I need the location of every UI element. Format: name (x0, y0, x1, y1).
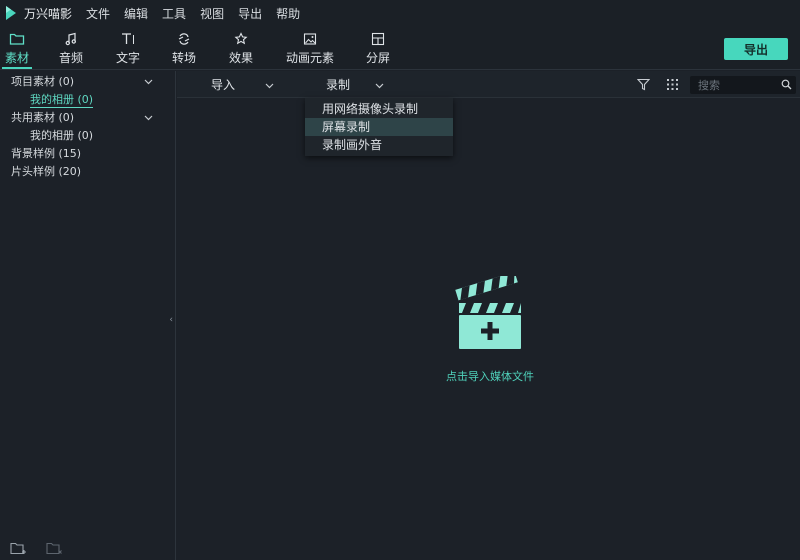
tab-media-label: 素材 (4, 51, 29, 65)
tab-animation-elements[interactable]: 动画元素 (284, 26, 336, 70)
grid-view-icon[interactable] (666, 78, 679, 94)
search-box[interactable] (690, 76, 796, 94)
tab-effects[interactable]: 效果 (226, 26, 256, 70)
tab-split-screen[interactable]: 分屏 (363, 26, 393, 70)
sidebar-footer (10, 541, 64, 558)
toolbar: 素材 音频 文字 转场 效果 动画元素 分屏 导出 (0, 26, 800, 70)
app-logo-icon (1, 0, 21, 26)
collapse-panel-icon[interactable]: ‹ (169, 315, 173, 325)
menu-export[interactable]: 导出 (238, 5, 262, 22)
import-dropdown[interactable]: 导入 (211, 71, 274, 98)
new-folder-icon[interactable] (10, 541, 28, 558)
chevron-down-icon[interactable] (144, 74, 153, 90)
delete-folder-icon[interactable] (46, 541, 64, 558)
menu-bar: 万兴喵影 文件 编辑 工具 视图 导出 帮助 (0, 0, 800, 26)
search-icon[interactable] (781, 79, 792, 93)
tab-audio[interactable]: 音频 (56, 26, 86, 70)
music-note-icon (64, 30, 78, 48)
tab-text-label: 文字 (115, 51, 140, 65)
tree-shared-media-label: 共用素材 (0) (11, 111, 75, 124)
tree-my-album-project[interactable]: 我的相册 (0) (30, 92, 94, 108)
split-screen-icon (371, 30, 385, 48)
chevron-down-icon (375, 78, 384, 92)
clapperboard-add-icon[interactable] (455, 271, 527, 355)
effects-icon (234, 30, 248, 48)
tab-transition-label: 转场 (171, 51, 196, 65)
record-screen-option[interactable]: 屏幕录制 (305, 118, 453, 136)
tab-transition[interactable]: 转场 (169, 26, 199, 70)
menu-file[interactable]: 文件 (86, 5, 110, 22)
tree-background-samples[interactable]: 背景样例 (15) (11, 146, 81, 162)
menu-view[interactable]: 视图 (200, 5, 224, 22)
tab-text[interactable]: 文字 (113, 26, 143, 70)
import-media-hint[interactable]: 点击导入媒体文件 (177, 368, 800, 384)
tree-project-media-label: 项目素材 (0) (11, 75, 75, 88)
transition-icon (177, 30, 191, 48)
media-toolbar: 导入 录制 (177, 71, 800, 98)
image-icon (303, 30, 317, 48)
chevron-down-icon[interactable] (144, 110, 153, 126)
record-webcam-option[interactable]: 用网络摄像头录制 (305, 100, 453, 118)
tab-animation-elements-label: 动画元素 (285, 51, 334, 65)
app-title: 万兴喵影 (24, 6, 73, 21)
text-icon (120, 30, 136, 48)
tab-media[interactable]: 素材 (2, 26, 32, 70)
import-label: 导入 (211, 78, 236, 92)
tree-project-media[interactable]: 项目素材 (0) (11, 74, 171, 90)
record-menu: 用网络摄像头录制 屏幕录制 录制画外音 (305, 98, 453, 156)
tree-shared-media[interactable]: 共用素材 (0) (11, 110, 171, 126)
search-input[interactable] (698, 78, 776, 92)
export-button[interactable]: 导出 (724, 38, 788, 60)
tab-split-screen-label: 分屏 (365, 51, 390, 65)
record-label: 录制 (326, 78, 351, 92)
menu-edit[interactable]: 编辑 (124, 5, 148, 22)
tree-intro-samples[interactable]: 片头样例 (20) (11, 164, 81, 180)
folder-icon (9, 30, 25, 48)
tab-effects-label: 效果 (228, 51, 253, 65)
menu-help[interactable]: 帮助 (276, 5, 300, 22)
media-drop-area[interactable]: 点击导入媒体文件 (177, 98, 800, 560)
chevron-down-icon (265, 78, 274, 92)
menu-tools[interactable]: 工具 (162, 5, 186, 22)
filter-icon[interactable] (636, 78, 651, 94)
tab-audio-label: 音频 (58, 51, 83, 65)
tree-my-album-shared[interactable]: 我的相册 (0) (30, 128, 93, 144)
record-voiceover-option[interactable]: 录制画外音 (305, 136, 453, 154)
media-library-sidebar: 项目素材 (0) 我的相册 (0) 共用素材 (0) 我的相册 (0) 背景样例… (0, 71, 176, 560)
record-dropdown[interactable]: 录制 (326, 71, 384, 98)
